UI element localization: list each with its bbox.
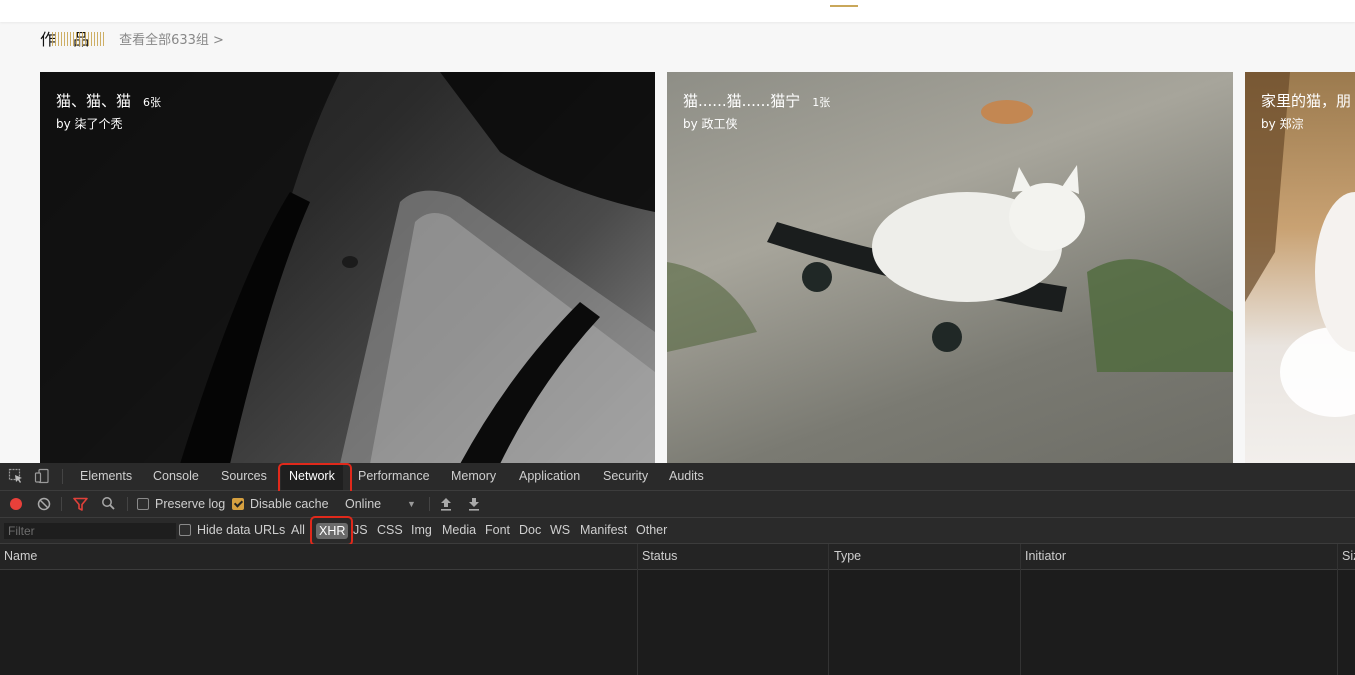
active-nav-indicator [830, 5, 858, 7]
section-title: 作 品 [40, 26, 104, 50]
import-har-icon[interactable] [439, 496, 453, 515]
throttling-value: Online [345, 497, 382, 511]
card-title: 猫......猫......猫宁 [683, 92, 801, 110]
tab-application[interactable]: Application [511, 463, 588, 490]
title-decoration [52, 32, 104, 46]
column-divider [1020, 544, 1021, 675]
filter-type-font[interactable]: Font [485, 518, 510, 543]
filter-type-ws[interactable]: WS [550, 518, 570, 543]
chevron-down-icon: ▼ [407, 499, 416, 509]
search-icon[interactable] [101, 496, 116, 514]
card-photo [40, 72, 655, 464]
tab-console[interactable]: Console [145, 463, 207, 490]
record-icon[interactable] [9, 497, 23, 514]
column-header-name[interactable]: Name [0, 544, 634, 569]
device-toolbar-icon[interactable] [34, 468, 50, 484]
export-har-icon[interactable] [467, 496, 481, 515]
card-title-row: 猫、猫、猫 6张 [56, 90, 161, 111]
tab-elements[interactable]: Elements [72, 463, 140, 490]
card-title: 猫、猫、猫 [56, 92, 132, 110]
tab-divider [62, 469, 63, 484]
filter-type-doc[interactable]: Doc [519, 518, 541, 543]
column-header-type[interactable]: Type [830, 544, 1019, 569]
card-author[interactable]: by 政工侠 [683, 115, 738, 132]
view-all-link[interactable]: 查看全部633组 > [119, 29, 224, 48]
filter-type-css[interactable]: CSS [377, 518, 403, 543]
card-author[interactable]: by 柒了个秃 [56, 115, 123, 132]
preserve-log-checkbox[interactable] [137, 498, 149, 510]
disable-cache-label[interactable]: Disable cache [250, 491, 329, 517]
throttling-select[interactable]: Online ▼ [337, 491, 421, 517]
inspect-element-icon[interactable] [8, 468, 24, 484]
tab-security[interactable]: Security [595, 463, 656, 490]
card-count: 6张 [143, 96, 162, 109]
photo-card[interactable]: 猫、猫、猫 6张 by 柒了个秃 [40, 72, 655, 464]
filter-icon[interactable] [73, 497, 88, 514]
card-title: 家里的猫，朋 [1261, 92, 1352, 110]
column-divider [637, 544, 638, 675]
hide-data-urls-label[interactable]: Hide data URLs [197, 518, 285, 543]
photo-card[interactable]: 家里的猫，朋 by 郑淙 [1245, 72, 1355, 464]
column-divider [1337, 544, 1338, 675]
card-count: 1张 [812, 96, 831, 109]
requests-table: Name Status Type Initiator Size [0, 544, 1355, 675]
filter-type-other[interactable]: Other [636, 518, 667, 543]
tab-sources[interactable]: Sources [213, 463, 275, 490]
photo-card[interactable]: 猫......猫......猫宁 1张 by 政工侠 [667, 72, 1233, 464]
preserve-log-label[interactable]: Preserve log [155, 491, 225, 517]
column-header-size[interactable]: Size [1338, 544, 1355, 569]
filter-input[interactable] [4, 523, 176, 539]
filter-type-js[interactable]: JS [353, 518, 368, 543]
card-title-row: 家里的猫，朋 [1261, 90, 1351, 111]
card-author[interactable]: by 郑淙 [1261, 115, 1304, 132]
card-photo [667, 100, 1233, 372]
toolbar-divider [127, 497, 128, 511]
filter-type-media[interactable]: Media [442, 518, 476, 543]
filter-type-all[interactable]: All [291, 518, 305, 543]
disable-cache-checkbox[interactable] [232, 498, 244, 510]
tab-performance[interactable]: Performance [350, 463, 438, 490]
network-toolbar: Preserve log Disable cache Online ▼ [0, 491, 1355, 518]
table-header: Name Status Type Initiator Size [0, 544, 1355, 570]
hide-data-urls-checkbox[interactable] [179, 524, 191, 536]
toolbar-divider [61, 497, 62, 511]
filter-type-img[interactable]: Img [411, 518, 432, 543]
column-divider [828, 544, 829, 675]
devtools-tab-bar: Elements Console Sources Network Perform… [0, 463, 1355, 497]
network-filter-bar: Hide data URLs All XHR JS CSS Img Media … [0, 516, 1355, 546]
column-header-status[interactable]: Status [638, 544, 827, 569]
site-header [0, 0, 1355, 22]
tab-memory[interactable]: Memory [443, 463, 504, 490]
tab-audits[interactable]: Audits [661, 463, 712, 490]
column-header-initiator[interactable]: Initiator [1021, 544, 1335, 569]
clear-icon[interactable] [37, 497, 51, 514]
toolbar-divider [429, 497, 430, 511]
xhr-filter-highlight [310, 516, 353, 546]
devtools-panel: Elements Console Sources Network Perform… [0, 463, 1355, 675]
filter-type-manifest[interactable]: Manifest [580, 518, 627, 543]
section-header: 作 品 查看全部633组 > [40, 26, 224, 50]
card-title-row: 猫......猫......猫宁 1张 [683, 90, 830, 111]
